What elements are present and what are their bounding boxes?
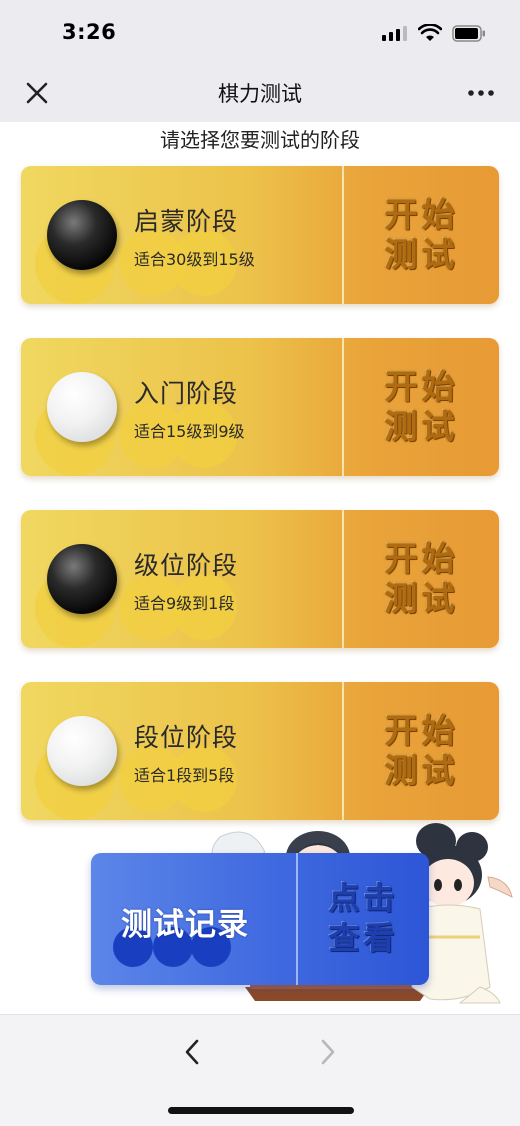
page-heading: 请选择您要测试的阶段	[160, 128, 360, 152]
start-test-label: 开始测试	[384, 367, 459, 446]
home-indicator[interactable]	[168, 1107, 354, 1114]
start-test-label: 开始测试	[384, 711, 459, 790]
status-bar: 3:26	[0, 0, 520, 64]
view-record-button[interactable]: 点击查看	[298, 853, 429, 985]
wifi-icon	[418, 24, 442, 41]
stage-title: 启蒙阶段	[134, 207, 239, 236]
black-stone-icon	[47, 544, 117, 614]
start-test-button[interactable]: 开始测试	[344, 682, 499, 820]
stage-title: 段位阶段	[134, 723, 239, 752]
stage-card-duanwei[interactable]: 段位阶段 适合1段到5段 开始测试	[21, 682, 499, 820]
test-record-banner[interactable]: 测试记录 点击查看	[91, 853, 429, 985]
nav-bar: 棋力测试	[0, 64, 520, 122]
white-stone-icon	[47, 716, 117, 786]
stage-card-jiwei[interactable]: 级位阶段 适合9级到1段 开始测试	[21, 510, 499, 648]
stage-title: 入门阶段	[134, 379, 239, 408]
start-test-button[interactable]: 开始测试	[344, 338, 499, 476]
test-record-title: 测试记录	[121, 907, 249, 943]
signal-icon	[382, 26, 407, 41]
main-content: 请选择您要测试的阶段 启蒙阶段 适合30级到15级 开始测试 入门阶段 适合15…	[0, 122, 520, 1014]
black-stone-icon	[47, 200, 117, 270]
more-dots-icon[interactable]	[466, 81, 496, 105]
stage-card-rumen[interactable]: 入门阶段 适合15级到9级 开始测试	[21, 338, 499, 476]
view-record-label: 点击查看	[328, 881, 399, 957]
chevron-right-icon[interactable]	[312, 1037, 342, 1067]
stage-subtitle: 适合30级到15级	[134, 250, 255, 269]
stage-title: 级位阶段	[134, 551, 239, 580]
page-title: 棋力测试	[218, 82, 302, 106]
start-test-button[interactable]: 开始测试	[344, 510, 499, 648]
battery-icon	[452, 24, 485, 42]
status-icons	[382, 24, 486, 42]
stage-subtitle: 适合9级到1段	[134, 594, 235, 613]
start-test-button[interactable]: 开始测试	[344, 166, 499, 304]
browser-bottom-bar	[0, 1014, 520, 1126]
start-test-label: 开始测试	[384, 195, 459, 274]
stage-subtitle: 适合1段到5段	[134, 766, 235, 785]
stage-card-qimeng[interactable]: 启蒙阶段 适合30级到15级 开始测试	[21, 166, 499, 304]
start-test-label: 开始测试	[384, 539, 459, 618]
status-time: 3:26	[62, 20, 117, 44]
chevron-left-icon[interactable]	[178, 1037, 208, 1067]
stage-subtitle: 适合15级到9级	[134, 422, 245, 441]
white-stone-icon	[47, 372, 117, 442]
